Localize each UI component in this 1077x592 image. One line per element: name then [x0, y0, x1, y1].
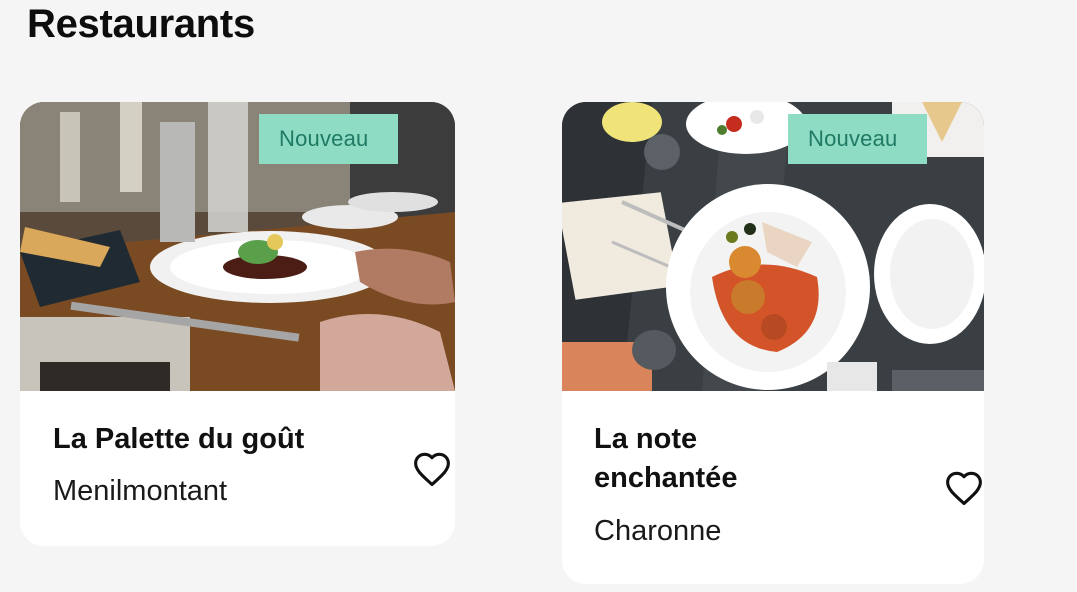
restaurant-name[interactable]: La Palette du goût [53, 420, 304, 459]
restaurant-photo: Nouveau [562, 102, 984, 391]
favorite-button[interactable] [943, 468, 984, 508]
restaurant-photo: Nouveau [20, 102, 455, 391]
restaurant-card[interactable]: Nouveau La Palette du goût Menilmontant [20, 102, 455, 546]
restaurant-card[interactable]: Nouveau La note enchantée Charonne [562, 102, 984, 584]
page-title: Restaurants [27, 2, 255, 46]
restaurant-location: Charonne [594, 515, 722, 547]
new-badge: Nouveau [788, 114, 927, 164]
favorite-button[interactable] [411, 449, 453, 489]
heart-outline-icon [946, 471, 982, 506]
restaurant-location: Menilmontant [53, 475, 228, 507]
restaurant-name[interactable]: La note enchantée [594, 420, 794, 498]
heart-outline-icon [414, 452, 450, 487]
restaurant-info: La Palette du goût Menilmontant [53, 420, 304, 510]
restaurant-info: La note enchantée Charonne [594, 420, 794, 550]
new-badge: Nouveau [259, 114, 398, 164]
